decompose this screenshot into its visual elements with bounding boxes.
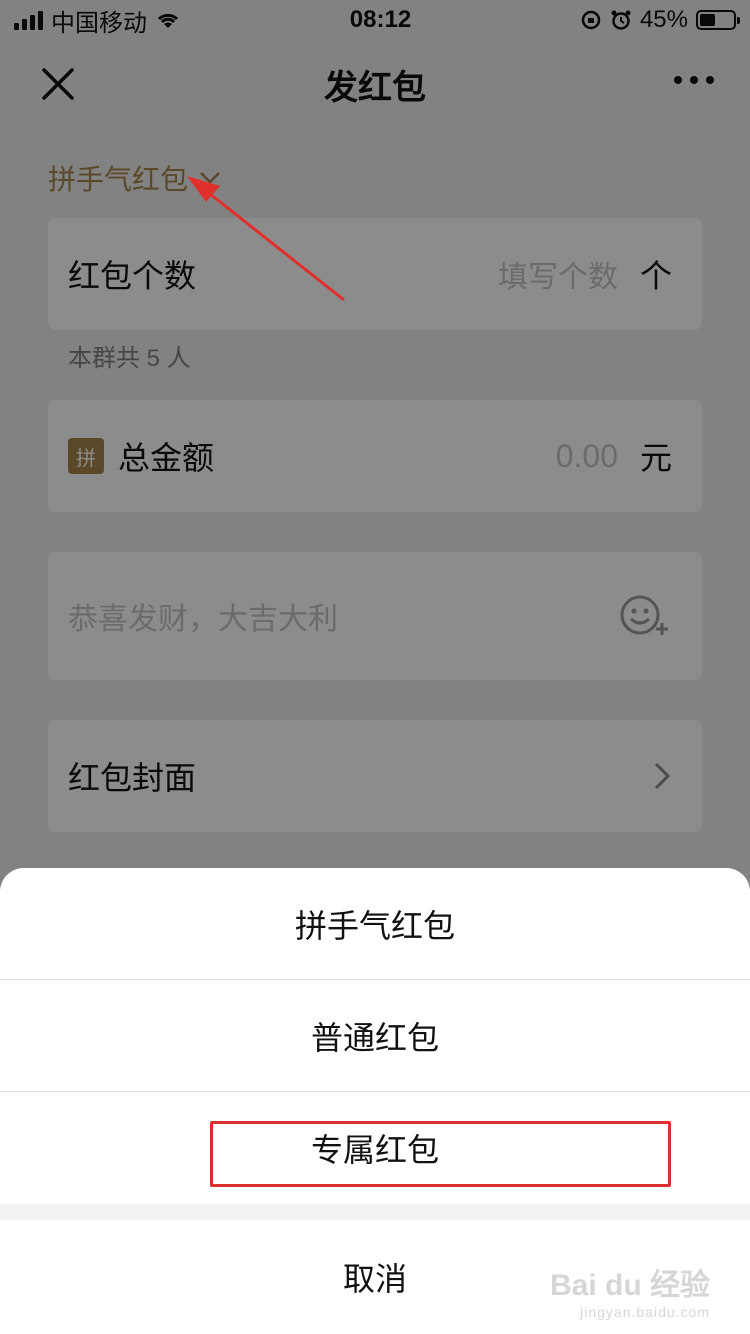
watermark-url: jingyan.baidu.com (580, 1304, 710, 1320)
option-lucky-packet[interactable]: 拼手气红包 (0, 868, 750, 980)
option-normal-packet[interactable]: 普通红包 (0, 980, 750, 1092)
annotation-highlight-box (210, 1121, 671, 1187)
sheet-divider (0, 1204, 750, 1220)
watermark-brand: Bai du 经验 (549, 1269, 710, 1302)
baidu-watermark: Bai du 经验 jingyan.baidu.com (550, 1260, 710, 1320)
